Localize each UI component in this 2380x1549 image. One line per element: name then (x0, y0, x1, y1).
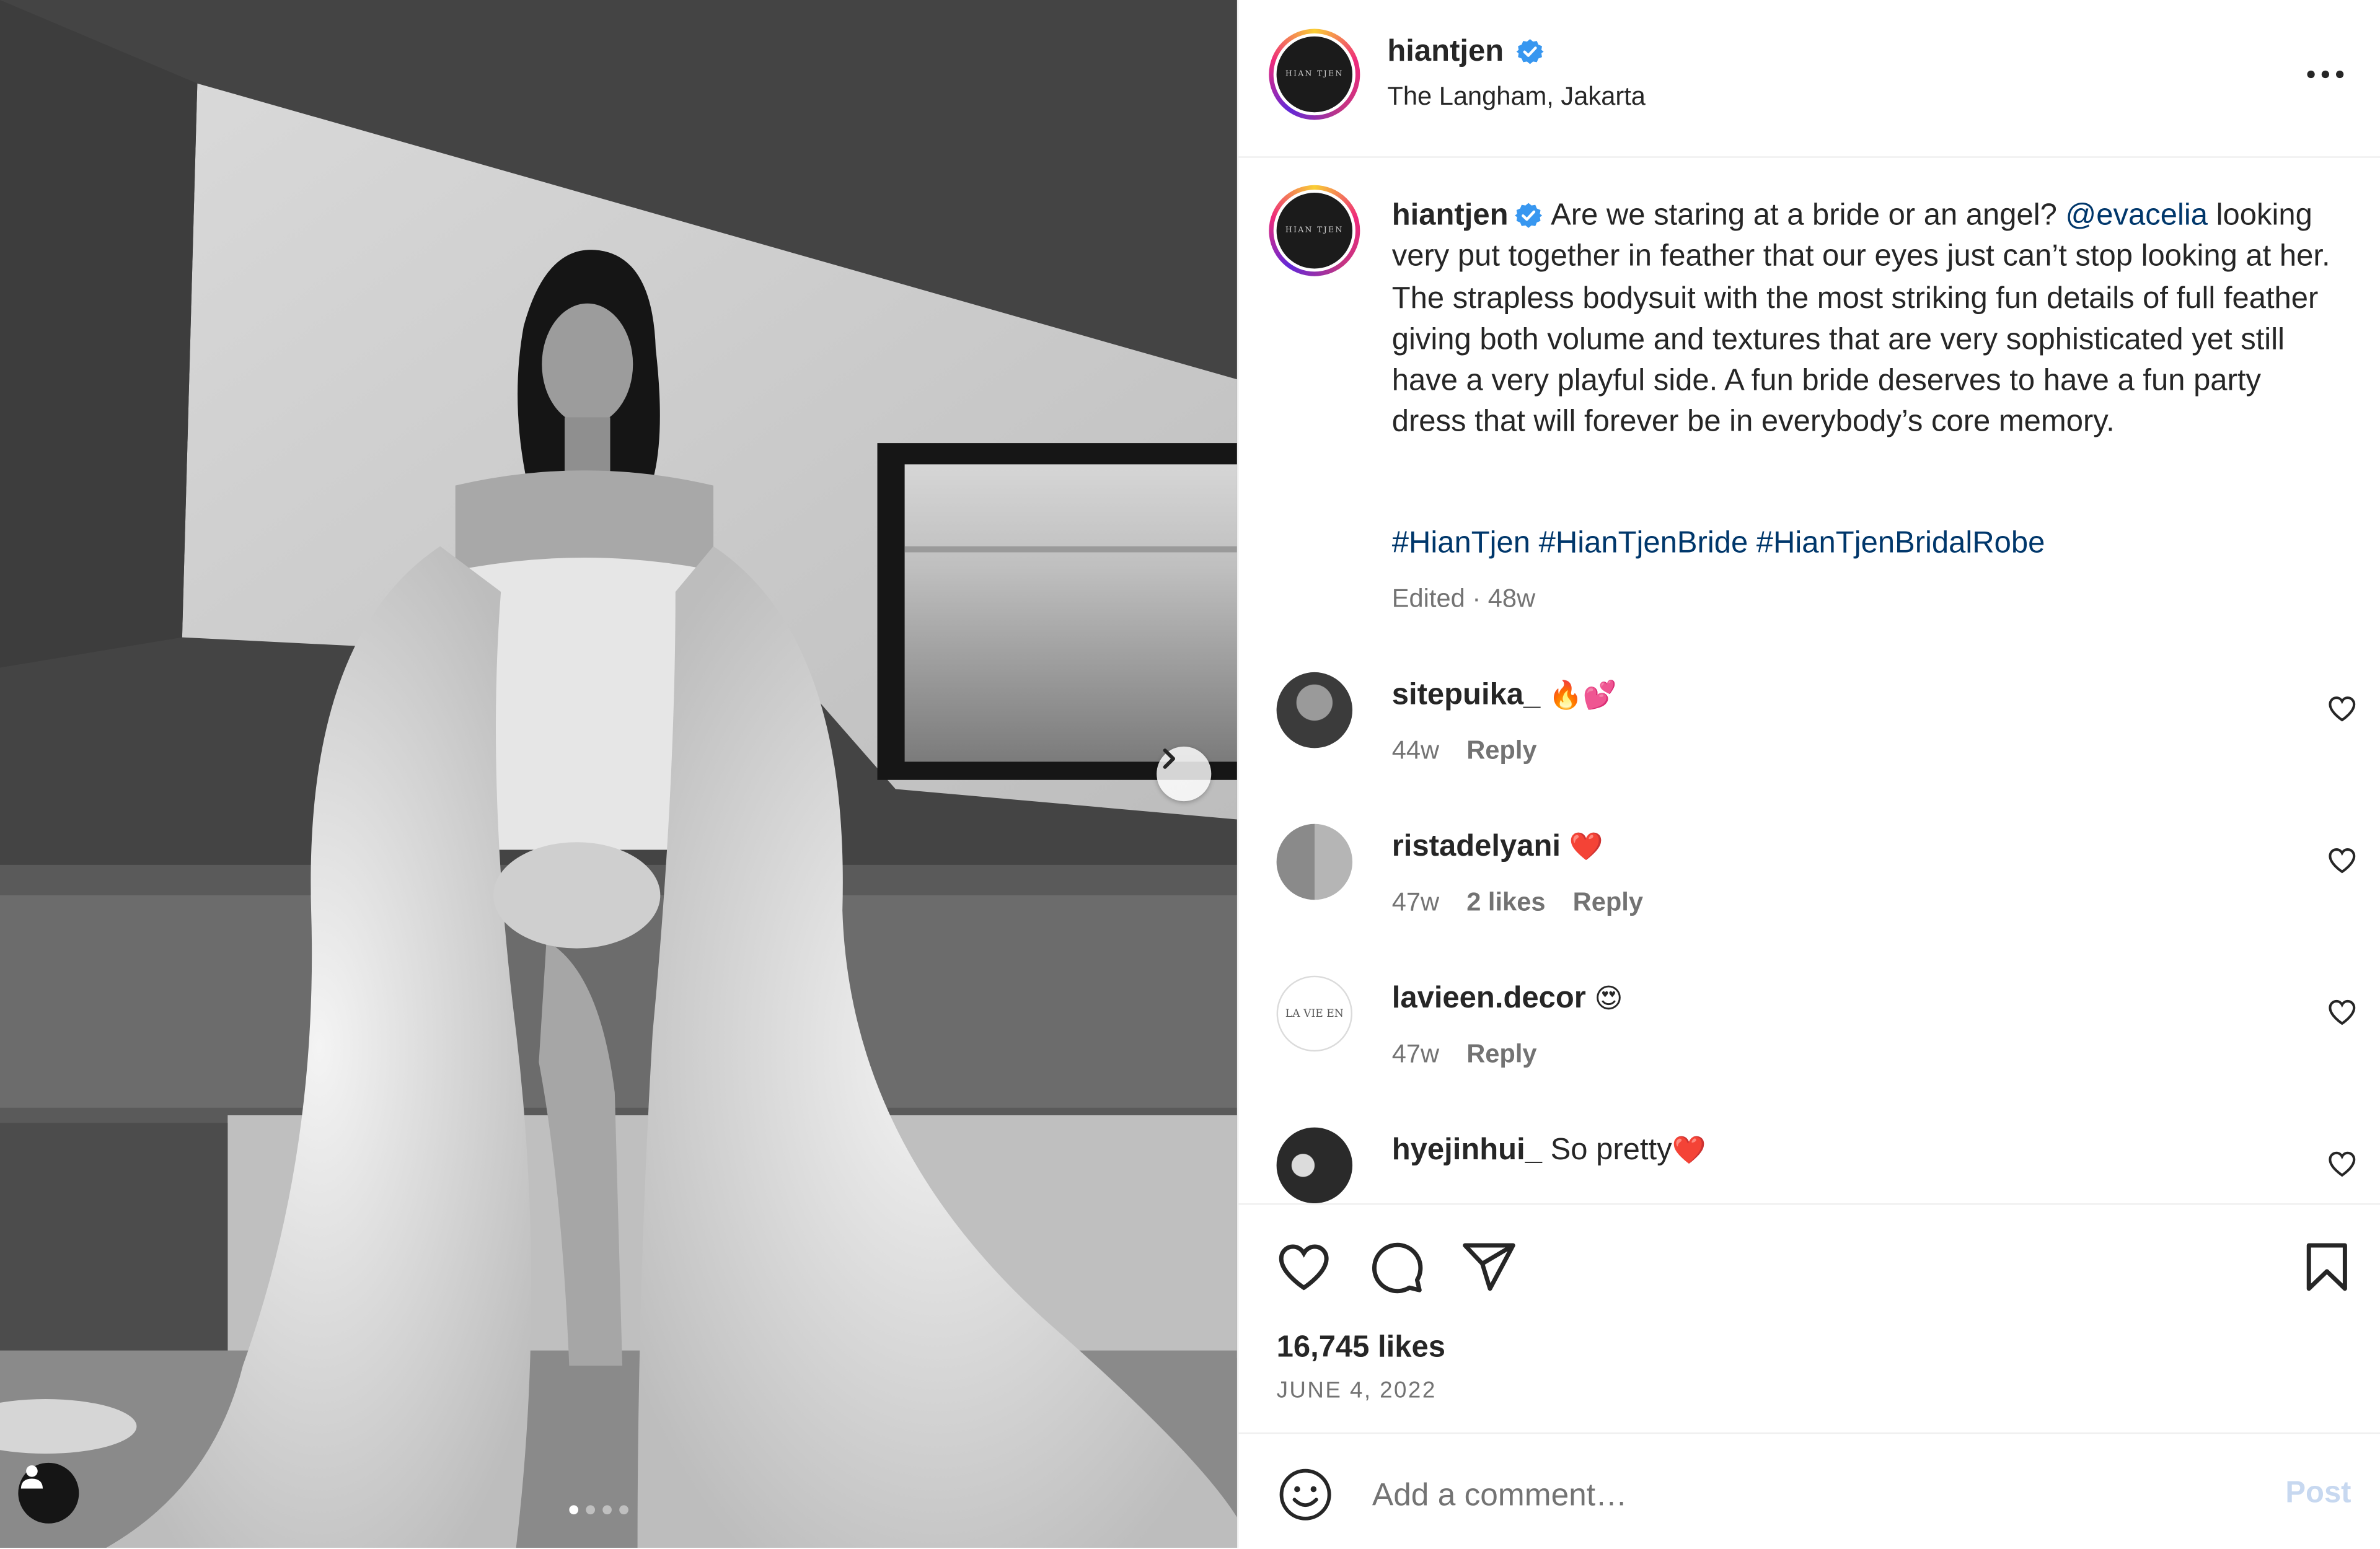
heart-icon (2329, 999, 2356, 1025)
comments-scroll-area[interactable]: HIAN TJEN hiantjen Are we staring at a b… (1238, 156, 2380, 1204)
comment-emoji: 🔥💕 (1548, 680, 1617, 712)
comment-item: ristadelyani ❤️ 47w 2 likes Reply (1238, 823, 2380, 960)
carousel-dot-active (569, 1505, 579, 1515)
comment-time: 47w (1391, 1039, 1440, 1069)
emoji-icon (1279, 1468, 1331, 1520)
caption-author-avatar[interactable]: HIAN TJEN (1269, 185, 1360, 276)
comment-meta: 47w 2 likes Reply (1392, 888, 1643, 918)
likes-count[interactable]: 16,745 likes (1277, 1331, 1445, 1366)
comment-like-button[interactable] (2327, 1149, 2357, 1187)
share-icon (1463, 1243, 1515, 1291)
caption-username[interactable]: hiantjen (1392, 199, 1509, 232)
author-avatar[interactable]: HIAN TJEN (1269, 29, 1360, 120)
bookmark-icon (2306, 1243, 2347, 1291)
comment-emoji: ❤️ (1569, 832, 1603, 864)
post-date[interactable]: JUNE 4, 2022 (1277, 1378, 1437, 1404)
verified-badge-icon (1514, 203, 1542, 228)
comment-time: 44w (1391, 735, 1440, 765)
author-username[interactable]: hiantjen (1387, 35, 1504, 68)
comment-meta: 47w Reply (1392, 1040, 1537, 1070)
avatar-image: HIAN TJEN (1276, 193, 1353, 269)
like-button[interactable] (1275, 1238, 1333, 1303)
heart-icon (2329, 848, 2356, 874)
next-photo-button[interactable] (1157, 746, 1212, 802)
heart-icon (1279, 1244, 1329, 1291)
comment-button[interactable] (1368, 1238, 1426, 1303)
carousel-indicator (569, 1505, 628, 1515)
avatar-image: HIAN TJEN (1276, 36, 1353, 113)
comment-like-button[interactable] (2327, 693, 2357, 731)
commenter-avatar[interactable] (1276, 672, 1353, 748)
comment-emoji: ❤️ (1672, 1134, 1706, 1167)
save-button[interactable] (2298, 1238, 2356, 1303)
carousel-dot (602, 1505, 612, 1515)
comment-content: sitepuika_ 🔥💕 (1392, 678, 1617, 713)
avatar-frame: HIAN TJEN (1273, 190, 1355, 272)
add-comment-bar: Post (1238, 1432, 2380, 1549)
comment-username[interactable]: ristadelyani (1392, 830, 1561, 864)
verified-badge-icon (1516, 39, 1544, 64)
caption-edited-time: Edited · 48w (1391, 584, 1536, 613)
heart-icon (2329, 1151, 2356, 1177)
post-caption: hiantjen Are we staring at a bride or an… (1392, 196, 2333, 444)
post-details-panel: HIAN TJEN hiantjen The Langham, Jakarta (1236, 0, 2380, 1549)
comment-like-button[interactable] (2327, 997, 2357, 1035)
carousel-dot (619, 1505, 628, 1515)
author-row: hiantjen (1387, 35, 1544, 69)
comment-icon (1372, 1242, 1423, 1294)
comment-username[interactable]: lavieen.decor (1392, 982, 1586, 1016)
comment-content: hyejinhui_ So pretty❤️ (1392, 1133, 1706, 1168)
comment-content: ristadelyani ❤️ (1392, 830, 1603, 865)
comment-reply-button[interactable]: Reply (1466, 736, 1536, 766)
comment-emoji: 😍 (1594, 983, 1623, 1016)
comment-content: lavieen.decor 😍 (1392, 982, 1623, 1017)
comment-like-button[interactable] (2327, 845, 2357, 883)
commenter-avatar[interactable]: LA VIE EN (1276, 975, 1353, 1052)
comment-likes-count[interactable]: 2 likes (1466, 888, 1545, 918)
more-options-button[interactable] (2306, 61, 2345, 88)
commenter-avatar[interactable] (1276, 823, 1353, 900)
post-comment-button[interactable]: Post (2285, 1477, 2351, 1511)
user-tag-icon (20, 1465, 43, 1489)
comment-reply-button[interactable]: Reply (1573, 888, 1643, 918)
comment-item: sitepuika_ 🔥💕 44w Reply (1238, 672, 2380, 809)
post-dialog: HIAN TJEN hiantjen The Langham, Jakarta (0, 0, 2380, 1548)
post-header: HIAN TJEN hiantjen The Langham, Jakarta (1238, 0, 2380, 158)
avatar-logo-text: LA VIE EN (1285, 1007, 1344, 1020)
caption-mention-link[interactable]: @evacelia (2066, 199, 2208, 232)
chevron-right-icon (1163, 748, 1176, 769)
share-button[interactable] (1460, 1238, 1518, 1303)
comment-username[interactable]: sitepuika_ (1392, 678, 1541, 712)
caption-text-start: Are we staring at a bride or an angel? (1551, 198, 2057, 232)
comment-item: hyejinhui_ So pretty❤️ (1238, 1127, 2380, 1204)
carousel-dot (586, 1505, 596, 1515)
heart-icon (2329, 696, 2356, 722)
post-photo[interactable] (0, 0, 1237, 1548)
more-options-icon (2307, 70, 2344, 79)
comment-input[interactable] (1368, 1467, 2226, 1525)
caption-text-body: looking very put together in feather tha… (1391, 198, 2330, 439)
caption-hashtags[interactable]: #HianTjen #HianTjenBride #HianTjenBridal… (1392, 527, 2045, 561)
post-actions: 16,745 likes JUNE 4, 2022 (1238, 1203, 2380, 1433)
commenter-avatar[interactable] (1276, 1127, 1353, 1204)
emoji-picker-button[interactable] (1278, 1467, 1333, 1529)
post-location[interactable]: The Langham, Jakarta (1387, 82, 1646, 112)
comment-text: So pretty (1550, 1133, 1672, 1167)
tagged-users-button[interactable] (18, 1462, 79, 1524)
comment-reply-button[interactable]: Reply (1466, 1040, 1536, 1070)
comment-time: 47w (1391, 887, 1440, 917)
comment-item: LA VIE EN lavieen.decor 😍 47w Reply (1238, 975, 2380, 1112)
avatar-frame: HIAN TJEN (1273, 33, 1355, 116)
bride-photo-illustration (0, 0, 1237, 1548)
comment-username[interactable]: hyejinhui_ (1392, 1133, 1542, 1167)
comment-meta: 44w Reply (1392, 736, 1537, 766)
